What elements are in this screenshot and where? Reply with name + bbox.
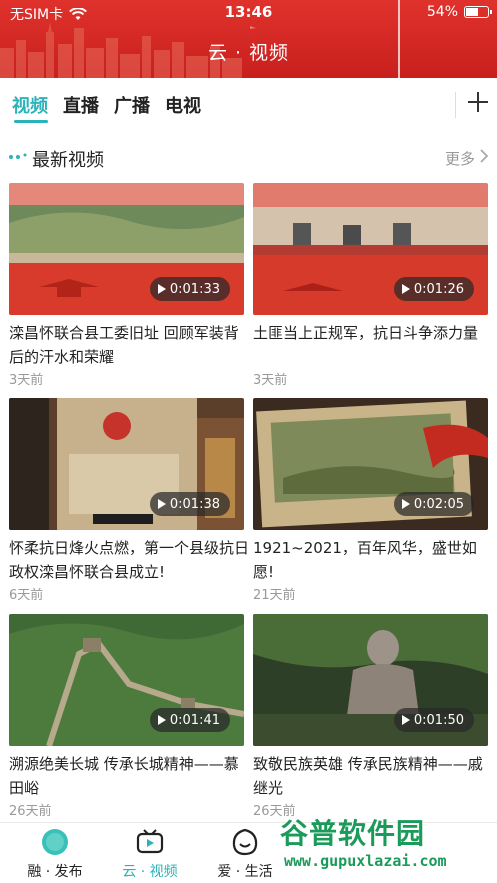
more-link[interactable]: 更多 <box>445 148 475 169</box>
status-time: 13:46 <box>224 3 273 21</box>
video-time: 3天前 <box>253 373 288 388</box>
video-title[interactable]: 致敬民族英雄 传承民族精神——戚继光 <box>253 752 493 800</box>
video-thumbnail[interactable]: 0:01:41 <box>9 614 244 746</box>
tab-radio[interactable]: 广播 <box>114 92 150 118</box>
chevron-right-icon[interactable] <box>479 148 489 164</box>
video-thumbnail[interactable]: 0:02:05 <box>253 398 488 530</box>
page-title: 云 · 视频 <box>207 42 290 64</box>
battery-percent: 54% <box>426 4 458 20</box>
video-title[interactable]: 溯源绝美长城 传承长城精神——慕田峪 <box>9 752 249 800</box>
duration-text: 0:02:05 <box>413 496 464 512</box>
duration-badge: 0:01:26 <box>393 277 474 301</box>
play-icon <box>401 715 410 725</box>
video-thumbnail[interactable]: 0:01:38 <box>9 398 244 530</box>
play-icon <box>157 715 166 725</box>
duration-text: 0:01:33 <box>169 281 220 297</box>
watermark-logo: 谷普软件园 www.gupuxlazai.com <box>270 812 497 883</box>
smile-icon <box>232 828 258 856</box>
nav-label: 云 · 视频 <box>122 864 178 880</box>
header-banner: 无SIM卡 13:46 54% 云 · 视频 <box>0 0 497 78</box>
duration-text: 0:01:26 <box>413 281 464 297</box>
tabs-separator <box>455 92 456 118</box>
play-icon <box>401 284 410 294</box>
video-time: 21天前 <box>253 588 296 603</box>
latest-videos-header: 最新视频 更多 <box>0 138 497 178</box>
rong-logo-icon <box>42 829 68 855</box>
video-time: 6天前 <box>9 588 44 603</box>
duration-badge: 0:01:50 <box>393 708 474 732</box>
video-title[interactable]: 怀柔抗日烽火点燃，第一个县级抗日政权滦昌怀联合县成立! <box>9 536 249 584</box>
video-time: 3天前 <box>9 373 44 388</box>
battery-icon <box>464 6 492 18</box>
duration-badge: 0:01:33 <box>149 277 230 301</box>
nav-cloud-video[interactable]: 云 · 视频 <box>95 823 205 883</box>
video-thumbnail[interactable]: 0:01:50 <box>253 614 488 746</box>
video-title[interactable]: 1921~2021，百年风华，盛世如愿! <box>253 536 493 584</box>
category-tabs: 视频 直播 广播 电视 <box>0 80 497 132</box>
nav-rong-publish[interactable]: 融 · 发布 <box>0 823 110 883</box>
duration-badge: 0:01:38 <box>149 492 230 516</box>
duration-text: 0:01:38 <box>169 496 220 512</box>
video-thumbnail[interactable]: 0:01:26 <box>253 183 488 315</box>
duration-badge: 0:02:05 <box>393 492 474 516</box>
video-thumbnail[interactable]: 0:01:33 <box>9 183 244 315</box>
watermark-text: 谷普软件园 <box>280 817 426 850</box>
play-icon <box>157 284 166 294</box>
nav-label: 融 · 发布 <box>27 864 83 880</box>
active-tab-indicator <box>14 120 48 123</box>
video-title[interactable]: 土匪当上正规军，抗日斗争添力量 <box>253 321 493 345</box>
play-icon <box>157 499 166 509</box>
section-dots-icon <box>9 153 27 159</box>
watermark-url: www.gupuxlazai.com <box>284 852 447 870</box>
tab-video[interactable]: 视频 <box>12 92 48 118</box>
duration-text: 0:01:41 <box>169 712 220 728</box>
video-title[interactable]: 滦昌怀联合县工委旧址 回顾军装背后的汗水和荣耀 <box>9 321 249 369</box>
tv-icon <box>136 829 164 854</box>
video-time: 26天前 <box>9 804 52 819</box>
play-icon <box>401 499 410 509</box>
section-title: 最新视频 <box>32 150 104 171</box>
tab-live[interactable]: 直播 <box>63 92 99 118</box>
add-tab-plus-icon[interactable] <box>464 88 492 116</box>
duration-badge: 0:01:41 <box>149 708 230 732</box>
status-bar: 无SIM卡 13:46 54% <box>0 0 497 26</box>
duration-text: 0:01:50 <box>413 712 464 728</box>
tab-tv[interactable]: 电视 <box>165 92 201 118</box>
